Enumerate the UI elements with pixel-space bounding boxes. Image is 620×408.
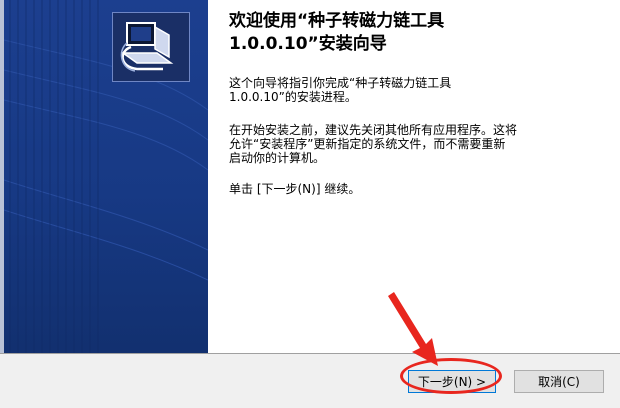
- wizard-footer: 下一步(N) > 取消(C): [0, 353, 620, 408]
- intro-paragraph: 这个向导将指引你完成“种子转磁力链工具 1.0.0.10”的安装进程。: [229, 76, 452, 104]
- next-button[interactable]: 下一步(N) >: [408, 370, 496, 393]
- wizard-side-banner: [4, 0, 208, 353]
- wizard-content: 欢迎使用“种子转磁力链工具 1.0.0.10”安装向导 这个向导将指引你完成“种…: [208, 0, 620, 353]
- wizard-title: 欢迎使用“种子转磁力链工具 1.0.0.10”安装向导: [229, 11, 445, 54]
- close-apps-paragraph: 在开始安装之前，建议先关闭其他所有应用程序。这将 允许“安装程序”更新指定的系统…: [229, 123, 518, 165]
- continue-instruction: 单击 [下一步(N)] 继续。: [229, 182, 361, 196]
- installer-computer-icon: [112, 12, 190, 82]
- cancel-button[interactable]: 取消(C): [514, 370, 604, 393]
